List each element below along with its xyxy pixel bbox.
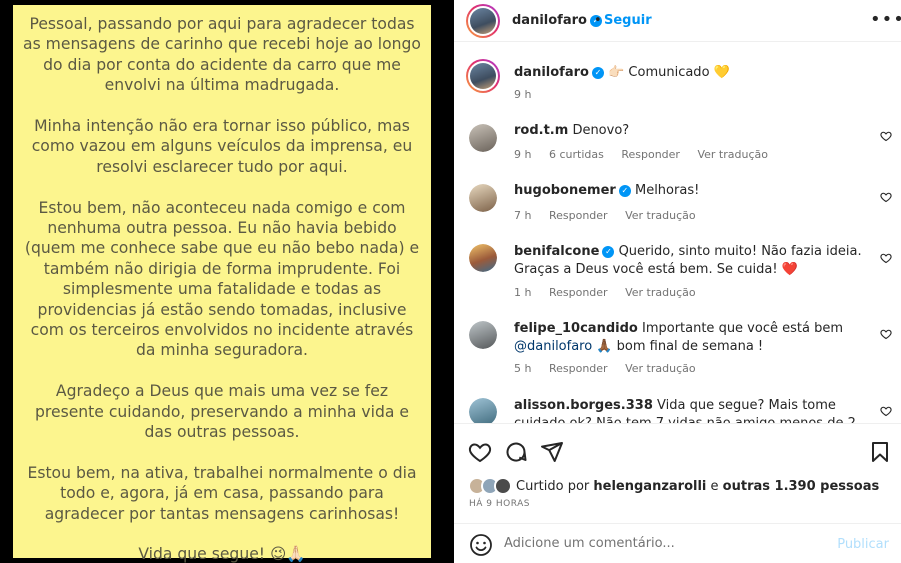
comment-2-meta: 7 h Responder Ver tradução [514, 209, 710, 222]
comment-username[interactable]: benifalcone [514, 244, 599, 259]
note-paragraph-1: Pessoal, passando por aqui para agradece… [23, 15, 421, 95]
reply-button[interactable]: Responder [621, 148, 680, 161]
comment-avatar[interactable] [469, 398, 497, 423]
comment-avatar[interactable] [469, 321, 497, 349]
translate-button[interactable]: Ver tradução [697, 148, 768, 161]
comment-2: hugobonemer ✓ Melhoras! [514, 182, 864, 200]
comment-likes[interactable]: 6 curtidas [549, 148, 604, 161]
caption-meta: 9 h [514, 88, 545, 101]
comment-4-meta: 5 h Responder Ver tradução [514, 362, 710, 375]
comment-time: 1 h [514, 286, 532, 299]
reply-button[interactable]: Responder [549, 362, 608, 375]
comment-text: Denovo? [572, 123, 630, 138]
comment-like-heart-icon[interactable] [880, 328, 892, 340]
caption-time: 9 h [514, 88, 532, 101]
comment-4: felipe_10candido Importante que você est… [514, 320, 874, 356]
verified-icon: ✓ [591, 67, 604, 79]
translate-button[interactable]: Ver tradução [625, 209, 696, 222]
note-paragraph-5: Estou bem, na ativa, trabalhei normalmen… [27, 463, 417, 523]
comment-username[interactable]: alisson.borges.338 [514, 398, 653, 413]
comment-icon[interactable] [504, 440, 528, 464]
caption-text: danilofaro ✓ 👉🏻 Comunicado 💛 [514, 64, 730, 82]
post-media: Pessoal, passando por aqui para agradece… [0, 0, 454, 563]
comment-like-heart-icon[interactable] [880, 191, 892, 203]
comment-3-meta: 1 h Responder Ver tradução [514, 286, 710, 299]
comment-mention[interactable]: @danilofaro [514, 339, 592, 354]
translate-button[interactable]: Ver tradução [625, 286, 696, 299]
liker-avatar[interactable] [494, 477, 512, 495]
bookmark-icon[interactable] [868, 440, 892, 464]
likes-count[interactable]: outras 1.390 pessoas [723, 479, 880, 494]
note-paragraph-2: Minha intenção não era tornar isso públi… [31, 117, 413, 176]
comment-1-meta: 9 h 6 curtidas Responder Ver tradução [514, 148, 782, 161]
post-actions: Curtido por helenganzarolli e outras 1.3… [454, 423, 901, 563]
note-paragraph-3: Estou bem, não aconteceu nada comigo e c… [24, 198, 420, 360]
comment-text: Melhoras! [634, 183, 700, 198]
author-username[interactable]: danilofaro ✓ [512, 13, 602, 28]
separator-dot: • [594, 13, 602, 28]
heart-icon[interactable] [468, 440, 492, 464]
post-header: danilofaro✓ • Seguir ••• [454, 0, 901, 42]
liked-by-text: Curtido por helenganzarolli e outras 1.3… [516, 479, 879, 494]
comment-avatar[interactable] [469, 244, 497, 272]
caption-avatar[interactable] [466, 59, 500, 93]
note-paragraph-6: Vida que segue! 😉🙏🏻 [138, 545, 306, 563]
post-sidebar: danilofaro✓ • Seguir ••• danilofaro✓ 👉🏻 … [454, 0, 901, 563]
translate-button[interactable]: Ver tradução [625, 362, 696, 375]
note-paragraph-4: Agradeço a Deus que mais uma vez se fez … [35, 382, 409, 442]
comment-like-heart-icon[interactable] [880, 405, 892, 417]
share-icon[interactable] [540, 440, 564, 464]
emoji-icon[interactable] [469, 533, 493, 557]
comment-text: Importante que você está bem [641, 321, 843, 336]
comment-like-heart-icon[interactable] [880, 130, 892, 142]
comment-username[interactable]: rod.t.m [514, 123, 568, 138]
comment-1: rod.t.m Denovo? [514, 122, 864, 140]
caption-username[interactable]: danilofaro [514, 65, 589, 80]
caption-body: 👉🏻 Comunicado 💛 [608, 65, 730, 80]
verified-icon: ✓ [618, 185, 631, 197]
comment-avatar[interactable] [469, 184, 497, 212]
comment-5: alisson.borges.338 Vida que segue? Mais … [514, 397, 876, 423]
comment-time: 7 h [514, 209, 532, 222]
liked-by-user[interactable]: helenganzarolli [593, 479, 706, 494]
comment-time: 9 h [514, 148, 532, 161]
comments-feed[interactable]: danilofaro ✓ 👉🏻 Comunicado 💛 9 h rod.t.m … [454, 43, 901, 423]
author-username-text[interactable]: danilofaro [512, 13, 587, 28]
more-options-icon[interactable]: ••• [870, 9, 901, 30]
publish-button[interactable]: Publicar [837, 537, 889, 552]
comment-avatar[interactable] [469, 124, 497, 152]
author-avatar[interactable] [466, 4, 500, 38]
comment-username[interactable]: felipe_10candido [514, 321, 638, 336]
liked-by-suffix: e [710, 479, 719, 494]
reply-button[interactable]: Responder [549, 209, 608, 222]
comment-time: 5 h [514, 362, 532, 375]
comment-3: benifalcone ✓ Querido, sinto muito! Não f… [514, 243, 874, 279]
verified-icon: ✓ [602, 246, 615, 258]
post-time-ago: HÁ 9 HORAS [469, 499, 530, 509]
comment-input[interactable] [504, 536, 834, 551]
reply-button[interactable]: Responder [549, 286, 608, 299]
comment-text-cont: 🙏🏾 bom final de semana ! [596, 339, 764, 354]
notes-image: Pessoal, passando por aqui para agradece… [13, 5, 431, 563]
comment-username[interactable]: hugobonemer [514, 183, 616, 198]
comment-like-heart-icon[interactable] [880, 252, 892, 264]
add-comment-bar: Publicar [454, 523, 901, 563]
liked-by-prefix: Curtido por [516, 479, 590, 494]
follow-button[interactable]: Seguir [604, 13, 652, 28]
